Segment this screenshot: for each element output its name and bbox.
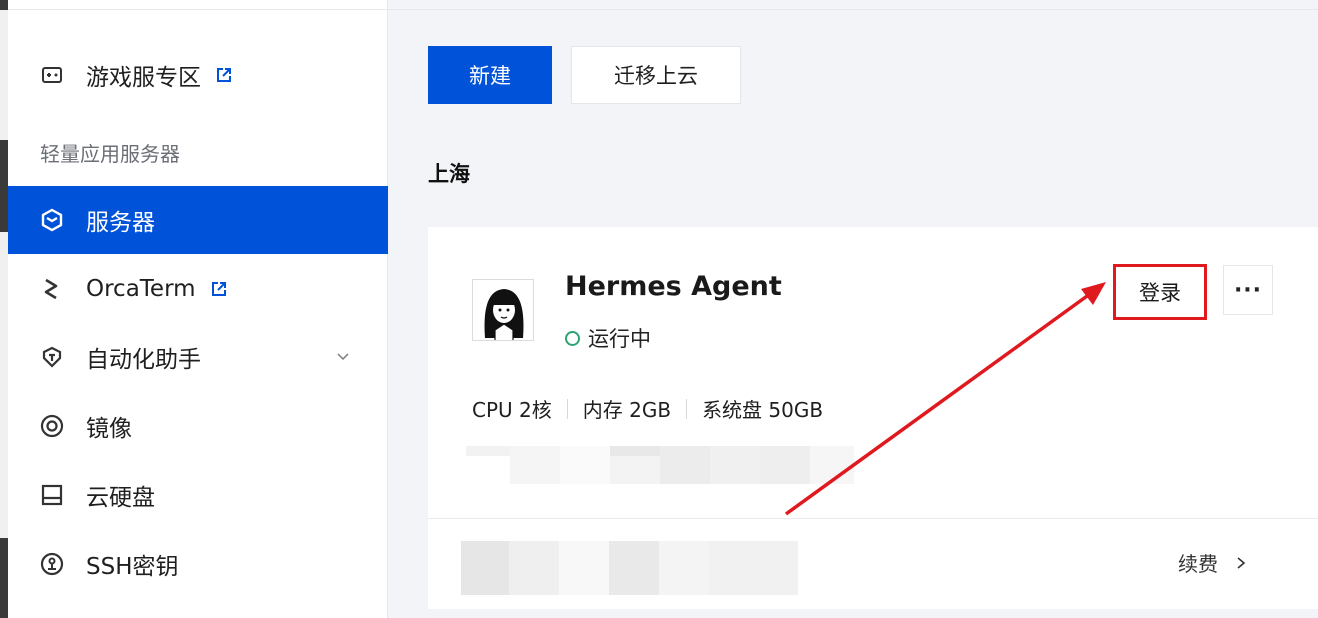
cloud-disk-icon [40, 483, 64, 507]
gamepad-icon [40, 63, 64, 87]
spec-cpu: CPU 2核 [472, 398, 552, 422]
automation-icon [40, 345, 64, 369]
instance-specs: CPU 2核 内存 2GB 系统盘 50GB [472, 394, 823, 423]
renew-link[interactable]: 续费 [1178, 548, 1248, 577]
instance-card: Hermes Agent 运行中 CPU 2核 内存 2GB 系统盘 50GB [428, 227, 1318, 609]
orcaterm-icon [40, 277, 64, 301]
sidebar-item-images[interactable]: 镜像 [8, 392, 388, 460]
sidebar-item-ssh-keys[interactable]: SSH密钥 [8, 530, 388, 598]
migrate-to-cloud-button[interactable]: 迁移上云 [571, 46, 741, 104]
server-cube-icon [40, 208, 64, 232]
divider [8, 9, 388, 10]
new-instance-button[interactable]: 新建 [428, 46, 552, 104]
sidebar-item-label: 服务器 [86, 210, 155, 236]
external-link-icon [215, 66, 233, 84]
sidebar-item-label: SSH密钥 [86, 554, 179, 580]
chevron-right-icon [1237, 556, 1246, 569]
divider [428, 518, 1318, 519]
background-window-edge [0, 0, 8, 618]
sidebar-item-automation[interactable]: 自动化助手 [8, 323, 388, 391]
region-title: 上海 [428, 162, 470, 186]
sidebar-item-servers[interactable]: 服务器 [8, 186, 388, 254]
image-disc-icon [40, 414, 64, 438]
sidebar-item-label: 镜像 [86, 416, 132, 442]
divider [686, 398, 688, 419]
external-link-icon [210, 280, 228, 298]
renew-label: 续费 [1178, 552, 1218, 576]
instance-status: 运行中 [565, 323, 651, 353]
status-running-icon [565, 330, 580, 346]
sidebar-item-label: OrcaTerm [86, 276, 196, 302]
sidebar-item-label: 自动化助手 [86, 347, 201, 373]
main-content: 新建 迁移上云 上海 Hermes Agent 运行中 CPU 2核 内存 2G… [389, 0, 1318, 618]
divider [566, 398, 568, 419]
sidebar-item-game-server[interactable]: 游戏服专区 [8, 41, 388, 109]
instance-name[interactable]: Hermes Agent [565, 271, 782, 302]
chevron-down-icon[interactable] [334, 347, 352, 365]
more-actions-button[interactable]: ··· [1223, 265, 1273, 315]
spec-memory: 内存 2GB [582, 398, 672, 422]
instance-avatar [472, 279, 534, 341]
status-text: 运行中 [588, 327, 651, 351]
sidebar: 游戏服专区 轻量应用服务器 服务器 OrcaTerm 自动化助手 镜像 云硬盘 … [8, 0, 388, 618]
sidebar-item-orcaterm[interactable]: OrcaTerm [8, 255, 388, 323]
divider [389, 9, 1318, 10]
spec-disk: 系统盘 50GB [702, 398, 824, 422]
ssh-key-icon [40, 552, 64, 576]
sidebar-item-label: 云硬盘 [86, 485, 155, 511]
sidebar-section-title: 轻量应用服务器 [40, 142, 180, 166]
login-button[interactable]: 登录 [1113, 264, 1207, 320]
sidebar-item-cloud-disk[interactable]: 云硬盘 [8, 461, 388, 529]
sidebar-item-label: 游戏服专区 [86, 65, 201, 91]
